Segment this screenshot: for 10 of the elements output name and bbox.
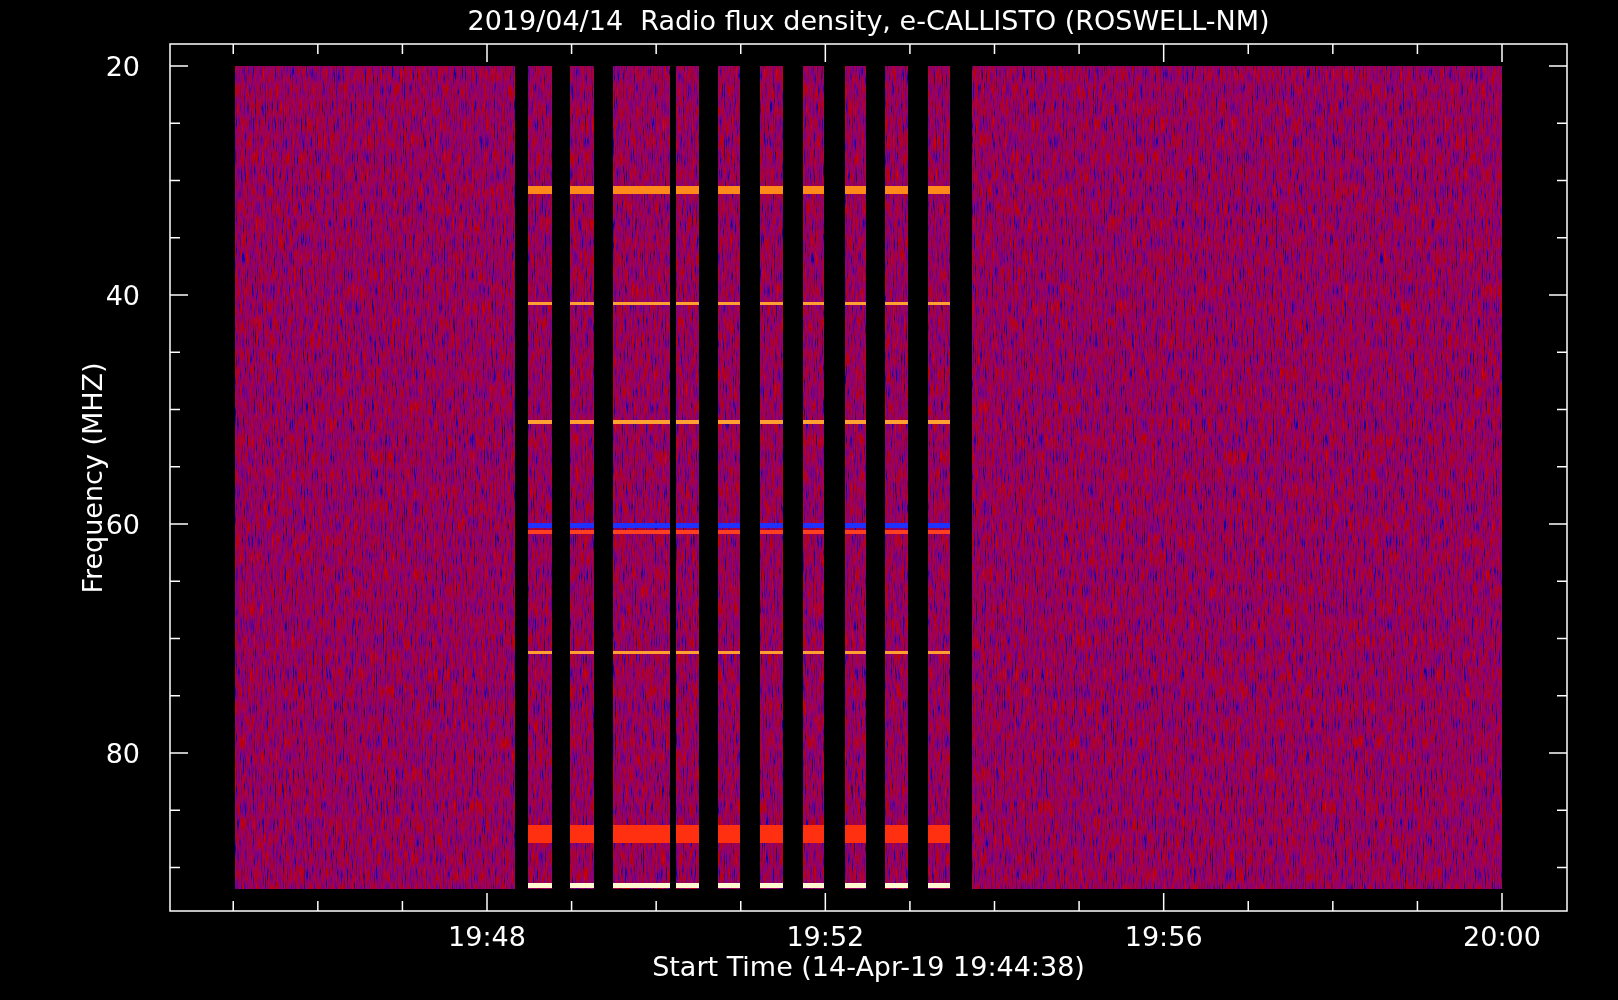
x-tick-label: 19:56 <box>1124 921 1203 952</box>
x-tick-label: 20:00 <box>1463 921 1541 952</box>
x-axis-label: Start Time (14-Apr-19 19:44:38) <box>652 951 1085 982</box>
x-tick-label: 19:48 <box>448 921 526 952</box>
y-tick-label: 80 <box>105 738 140 769</box>
x-tick-label: 19:52 <box>786 921 865 952</box>
y-axis-label: Frequency (MHZ) <box>77 362 108 594</box>
y-tick-label: 40 <box>105 280 140 311</box>
chart-title: 2019/04/14 Radio flux density, e-CALLISTO (ROSWELL-NM) <box>467 5 1270 36</box>
y-tick-label: 20 <box>105 51 140 82</box>
